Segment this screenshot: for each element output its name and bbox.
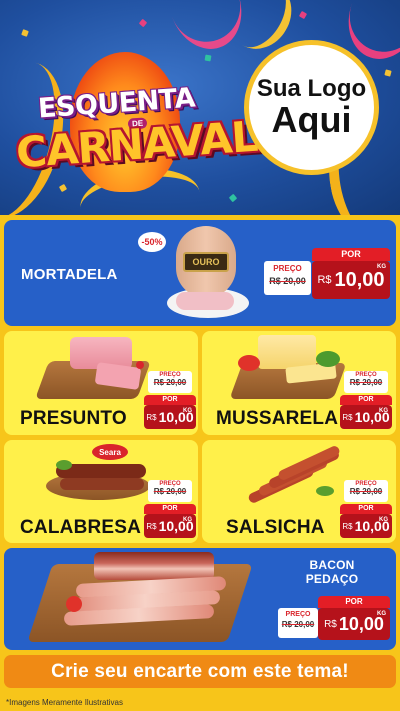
por-label: POR	[144, 395, 196, 405]
old-price: R$ 20,00	[281, 620, 315, 629]
mortadela-slices-icon	[176, 292, 234, 310]
old-price: R$ 20,00	[269, 276, 306, 286]
price-block: POR PREÇO R$ 20,00 R$ 10,00 KG	[264, 248, 390, 308]
old-price: R$ 20,00	[153, 487, 187, 496]
unit: KG	[377, 611, 386, 617]
store-logo-placeholder: Sua Logo Aqui	[244, 40, 379, 175]
preco-label: PREÇO	[273, 264, 302, 273]
discount-badge: -50%	[138, 232, 166, 252]
bacon-slab-icon	[94, 552, 214, 580]
confetti	[298, 10, 308, 20]
product-card-salsicha[interactable]: SALSICHA PREÇO R$ 20,00 POR R$ 10,00 KG	[202, 440, 396, 543]
por-label: POR	[318, 596, 390, 608]
currency: R$	[146, 412, 157, 422]
tomato-icon	[66, 596, 82, 612]
product-card-presunto[interactable]: PRESUNTO PREÇO R$ 20,00 POR R$ 10,00 KG	[4, 331, 198, 435]
confetti	[384, 69, 392, 77]
lettuce-icon	[316, 351, 340, 367]
currency: R$	[146, 521, 157, 531]
herb-icon	[56, 460, 72, 470]
product-name: MUSSARELA	[216, 408, 339, 429]
preco-label: PREÇO	[285, 611, 311, 618]
product-card-calabresa[interactable]: Seara CALABRESA PREÇO R$ 20,00 POR R$ 10…	[4, 440, 198, 543]
por-label: POR	[312, 248, 390, 261]
product-name-line1: BACON	[309, 558, 355, 572]
price-block: PREÇO R$ 20,00 POR R$ 10,00 KG	[340, 371, 392, 431]
tomato-icon	[136, 361, 144, 369]
por-label: POR	[340, 395, 392, 405]
old-price-tag: PREÇO R$ 20,00	[344, 371, 388, 393]
brand-label: OURO	[183, 252, 229, 272]
unit: KG	[377, 264, 386, 270]
product-card-bacon[interactable]: BACON PEDAÇO POR PREÇO R$ 20,00 R$ 10,00…	[4, 548, 396, 650]
product-name: CALABRESA	[20, 517, 142, 538]
confetti	[204, 54, 212, 62]
new-price-tag: R$ 10,00 KG	[318, 608, 390, 640]
header-banner: ESQUENTA DE CARNAVAL Sua Logo Aqui	[0, 0, 400, 215]
new-price-tag: R$ 10,00 KG	[144, 405, 196, 429]
price-block: PREÇO R$ 20,00 POR R$ 10,00 KG	[144, 371, 196, 431]
new-price-tag: R$ 10,00 KG	[144, 514, 196, 538]
product-name: SALSICHA	[226, 517, 325, 538]
unit: KG	[379, 408, 388, 414]
currency: R$	[342, 412, 353, 422]
new-price-tag: R$ 10,00 KG	[312, 261, 390, 299]
old-price-tag: PREÇO R$ 20,00	[344, 480, 388, 502]
product-card-mortadela[interactable]: MORTADELA -50% OURO POR PREÇO R$ 20,00 R…	[4, 220, 396, 326]
old-price-tag: PREÇO R$ 20,00	[278, 608, 318, 638]
por-label: POR	[144, 504, 196, 514]
price-block: PREÇO R$ 20,00 POR R$ 10,00 KG	[144, 480, 196, 540]
por-label: POR	[340, 504, 392, 514]
logo-line1: Sua Logo	[256, 75, 367, 102]
old-price: R$ 20,00	[349, 378, 383, 387]
old-price-tag: PREÇO R$ 20,00	[148, 371, 192, 393]
cheese-icon	[258, 335, 316, 369]
sausage-icon	[60, 478, 144, 490]
old-price: R$ 20,00	[349, 487, 383, 496]
new-price-tag: R$ 10,00 KG	[340, 514, 392, 538]
product-card-mussarela[interactable]: MUSSARELA PREÇO R$ 20,00 POR R$ 10,00 KG	[202, 331, 396, 435]
product-name: BACON PEDAÇO	[300, 558, 364, 586]
unit: KG	[183, 408, 192, 414]
create-flyer-button[interactable]: Crie seu encarte com este tema!	[4, 655, 396, 688]
carnival-title-logo: ESQUENTA DE CARNAVAL	[10, 52, 259, 192]
old-price-tag: PREÇO R$ 20,00	[148, 480, 192, 502]
new-price: 10,00	[334, 268, 385, 291]
product-name: MORTADELA	[21, 266, 118, 283]
sausages-icon	[246, 444, 342, 505]
unit: KG	[379, 517, 388, 523]
confetti	[58, 183, 68, 193]
currency: R$	[317, 274, 332, 286]
confetti	[21, 29, 29, 37]
price-block: POR PREÇO R$ 20,00 R$ 10,00 KG	[278, 596, 394, 646]
unit: KG	[183, 517, 192, 523]
logo-line2: Aqui	[271, 99, 352, 141]
product-name-line2: PEDAÇO	[305, 572, 359, 586]
brand-label: Seara	[92, 444, 128, 460]
confetti	[138, 18, 148, 28]
old-price: R$ 20,00	[153, 378, 187, 387]
product-name: PRESUNTO	[20, 408, 127, 429]
new-price-tag: R$ 10,00 KG	[340, 405, 392, 429]
currency: R$	[342, 521, 353, 531]
old-price-tag: PREÇO R$ 20,00	[264, 261, 311, 295]
currency: R$	[324, 618, 337, 630]
disclaimer-text: *Imagens Meramente Ilustrativas	[0, 692, 400, 711]
price-block: PREÇO R$ 20,00 POR R$ 10,00 KG	[340, 480, 392, 540]
tomato-icon	[238, 355, 260, 371]
confetti	[228, 193, 238, 203]
